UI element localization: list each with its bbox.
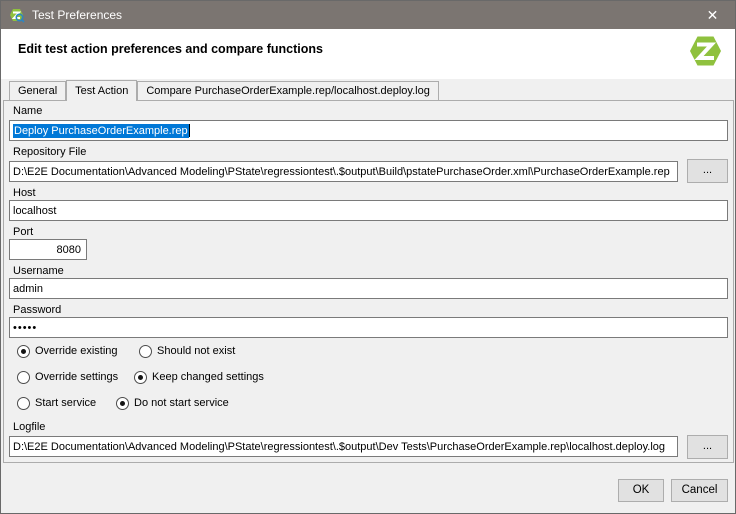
- name-selected-text: Deploy PurchaseOrderExample.rep: [13, 124, 189, 138]
- window-title: Test Preferences: [32, 8, 122, 22]
- username-input[interactable]: [9, 278, 728, 299]
- radio-keep-changed-settings[interactable]: Keep changed settings: [134, 370, 264, 384]
- radio-button-icon: [17, 371, 30, 384]
- radio-button-icon: [116, 397, 129, 410]
- port-label: Port: [13, 226, 33, 238]
- username-label: Username: [13, 265, 64, 277]
- radio-label: Do not start service: [134, 397, 229, 409]
- host-input[interactable]: [9, 200, 728, 221]
- password-label: Password: [13, 304, 61, 316]
- radio-label: Override settings: [35, 371, 118, 383]
- radio-start-service[interactable]: Start service: [17, 396, 96, 410]
- radio-override-settings[interactable]: Override settings: [17, 370, 118, 384]
- radio-label: Should not exist: [157, 345, 235, 357]
- repository-browse-button[interactable]: ...: [687, 159, 728, 183]
- text-caret: [189, 124, 190, 137]
- title-bar: Test Preferences ✕: [1, 1, 735, 29]
- app-logo-icon: [9, 7, 25, 23]
- port-input[interactable]: [9, 239, 87, 260]
- close-button[interactable]: ✕: [690, 1, 735, 29]
- repository-file-input[interactable]: [9, 161, 678, 182]
- radio-button-icon: [139, 345, 152, 358]
- ok-button[interactable]: OK: [618, 479, 664, 502]
- radio-label: Keep changed settings: [152, 371, 264, 383]
- logfile-input[interactable]: [9, 436, 678, 457]
- radio-button-icon: [17, 345, 30, 358]
- dialog-header: Edit test action preferences and compare…: [1, 29, 735, 79]
- logfile-label: Logfile: [13, 421, 45, 433]
- radio-button-icon: [134, 371, 147, 384]
- tab-general[interactable]: General: [9, 81, 66, 100]
- host-label: Host: [13, 187, 36, 199]
- tab-compare[interactable]: Compare PurchaseOrderExample.rep/localho…: [137, 81, 439, 100]
- radio-should-not-exist[interactable]: Should not exist: [139, 344, 235, 358]
- repository-file-label: Repository File: [13, 146, 86, 158]
- name-input[interactable]: Deploy PurchaseOrderExample.rep: [9, 120, 728, 141]
- tab-test-action[interactable]: Test Action: [66, 80, 137, 101]
- test-preferences-dialog: Test Preferences ✕ Edit test action pref…: [0, 0, 736, 514]
- name-label: Name: [13, 105, 42, 117]
- e2e-brand-logo: [689, 33, 722, 69]
- tab-bar: General Test Action Compare PurchaseOrde…: [9, 80, 439, 101]
- dialog-description: Edit test action preferences and compare…: [18, 42, 323, 56]
- logfile-browse-button[interactable]: ...: [687, 435, 728, 459]
- close-icon: ✕: [707, 7, 719, 24]
- radio-button-icon: [17, 397, 30, 410]
- radio-label: Start service: [35, 397, 96, 409]
- password-input[interactable]: [9, 317, 728, 338]
- radio-label: Override existing: [35, 345, 118, 357]
- radio-do-not-start-service[interactable]: Do not start service: [116, 396, 229, 410]
- cancel-button[interactable]: Cancel: [671, 479, 728, 502]
- radio-override-existing[interactable]: Override existing: [17, 344, 118, 358]
